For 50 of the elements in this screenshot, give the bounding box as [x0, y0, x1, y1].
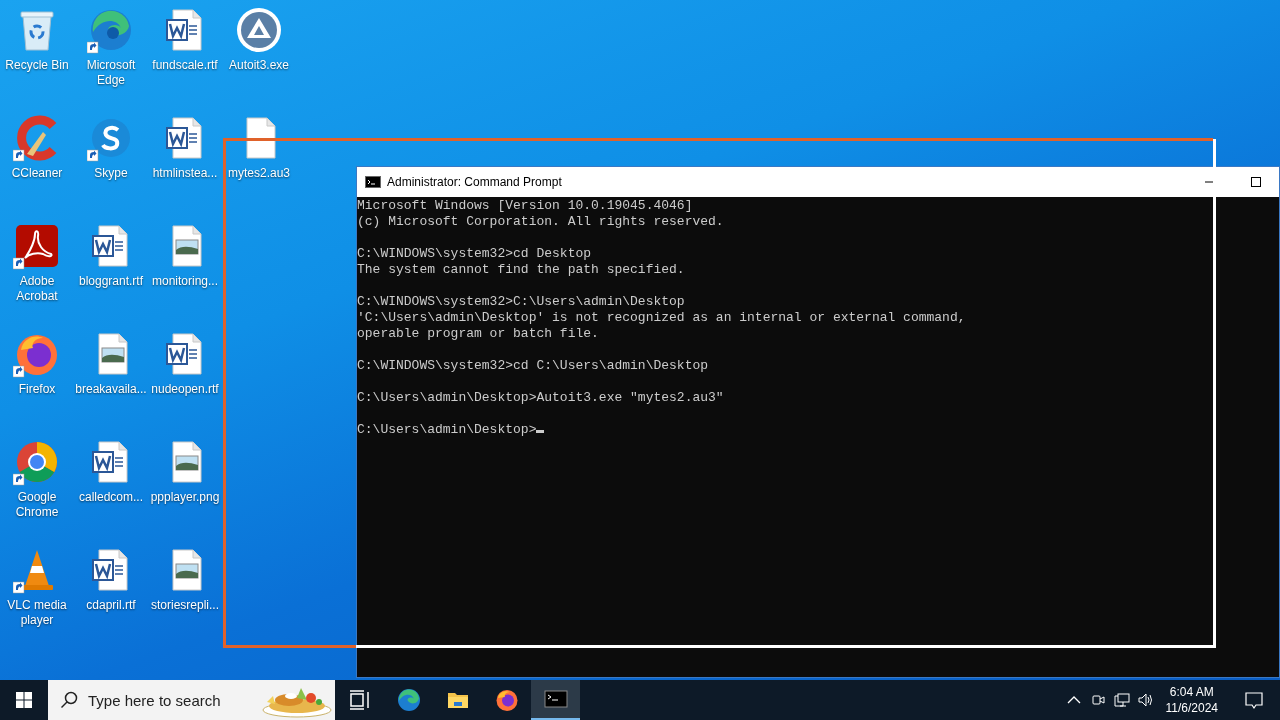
firefox-icon — [494, 688, 519, 712]
taskbar-button[interactable] — [531, 680, 580, 720]
notification-icon[interactable] — [1244, 690, 1264, 710]
desktop-icon[interactable]: Skype — [74, 108, 148, 216]
desktop-icon[interactable]: fundscale.rtf — [148, 0, 222, 108]
desktop-icon[interactable]: htmlinstea... — [148, 108, 222, 216]
desktop-icon[interactable]: Firefox — [0, 324, 74, 432]
windows-logo-icon — [16, 692, 32, 708]
console-line: operable program or batch file. — [357, 326, 599, 341]
desktop-icon[interactable]: mytes2.au3 — [222, 108, 296, 216]
maximize-icon — [1251, 177, 1261, 187]
desktop-icon[interactable]: breakavaila... — [74, 324, 148, 432]
desktop-icon[interactable]: CCleaner — [0, 108, 74, 216]
console-line: C:\Users\admin\Desktop>Autoit3.exe "mytes2.au3" — [357, 390, 724, 405]
desktop-icon[interactable]: cdapril.rtf — [74, 540, 148, 648]
window-title: Administrator: Command Prompt — [387, 175, 562, 189]
search-field[interactable]: Type here to search — [86, 690, 240, 710]
edge-icon — [396, 688, 421, 712]
console-line: C:\WINDOWS\system32>C:\Users\admin\Desktop — [357, 294, 685, 309]
console-line: 'C:\Users\admin\Desktop' is not recognized as an internal or external command, — [357, 310, 966, 325]
desktop-icon[interactable]: Microsoft Edge — [74, 0, 148, 108]
desktop-icon[interactable]: calledcom... — [74, 432, 148, 540]
speaker-icon[interactable] — [1137, 692, 1154, 708]
console-line: (c) Microsoft Corporation. All rights reserved. — [357, 214, 724, 229]
clock[interactable]: 6:04 AM 11/6/2024 — [1161, 684, 1222, 716]
desktop-icon[interactable]: Google Chrome — [0, 432, 74, 540]
camera-icon[interactable] — [1089, 692, 1106, 708]
clock-date: 11/6/2024 — [1165, 700, 1218, 716]
console-line: Microsoft Windows [Version 10.0.19045.4046] — [357, 198, 693, 213]
text-cursor — [536, 430, 545, 433]
console-line: C:\WINDOWS\system32>cd Desktop — [357, 246, 592, 261]
desktop-icon[interactable]: Recycle Bin — [0, 0, 74, 108]
search-icon — [60, 691, 78, 709]
desktop-icon[interactable]: bloggrant.rtf — [74, 216, 148, 324]
desktop-icon[interactable]: nudeopen.rtf — [148, 324, 222, 432]
desktop-icon[interactable]: VLC media player — [0, 540, 74, 648]
desktop-icon[interactable]: Autoit3.exe — [222, 0, 296, 108]
console-line: C:\WINDOWS\system32>cd C:\Users\admin\Desktop — [357, 358, 709, 373]
desktop-icon[interactable]: ppplayer.png — [148, 432, 222, 540]
desktop-icon[interactable]: Adobe Acrobat — [0, 216, 74, 324]
terminal-icon — [543, 687, 568, 711]
desktop-icon[interactable]: monitoring... — [148, 216, 222, 324]
desktop-icon[interactable]: storiesrepli... — [148, 540, 222, 648]
task-view-icon — [347, 688, 372, 712]
console-line: The system cannot find the path specified. — [357, 262, 685, 277]
clock-time: 6:04 AM — [1169, 684, 1214, 700]
network-icon[interactable] — [1113, 692, 1130, 708]
terminal-icon — [365, 174, 381, 190]
search-bar[interactable]: Type here to search — [48, 680, 335, 720]
console-line: C:\Users\admin\Desktop> — [357, 422, 537, 437]
